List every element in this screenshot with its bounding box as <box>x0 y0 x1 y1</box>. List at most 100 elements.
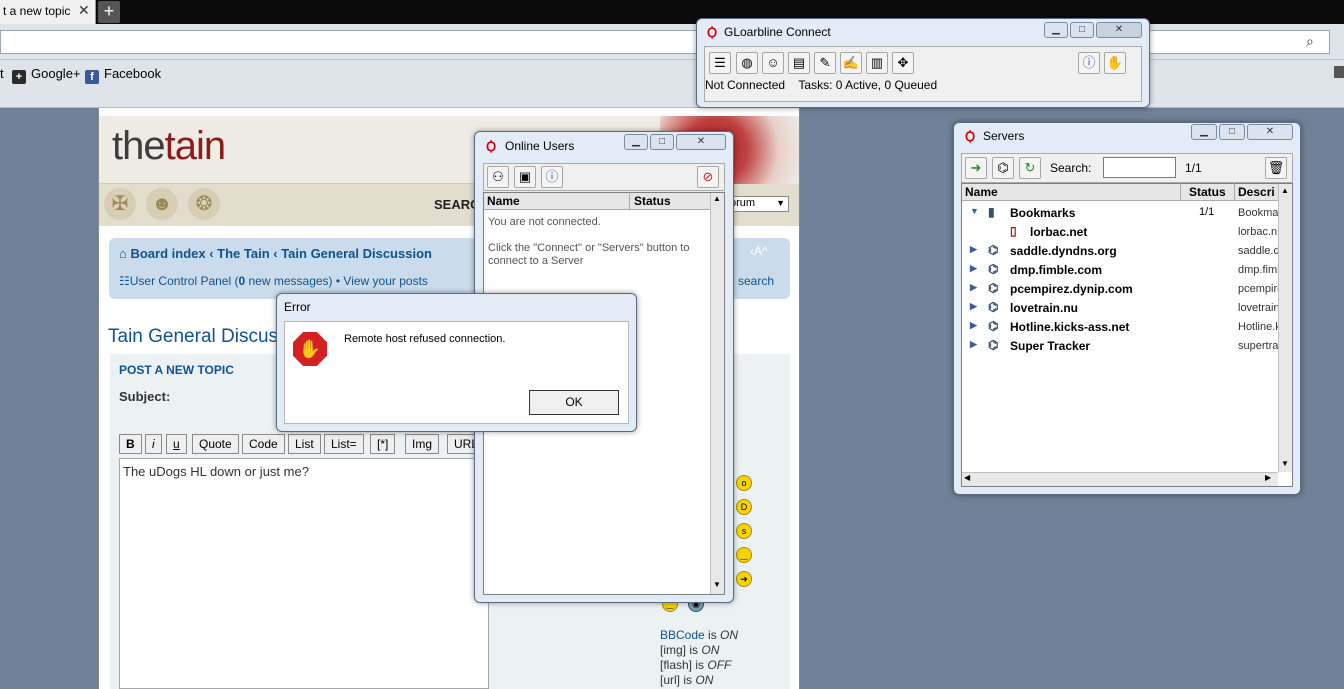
bbcode-img-button[interactable]: Img <box>405 434 440 454</box>
ucp-suffix[interactable]: new messages) <box>245 274 333 288</box>
breadcrumb-separator: ‹ <box>205 246 218 261</box>
breadcrumb-the-tain[interactable]: The Tain <box>217 246 269 261</box>
server-row-super-tracker[interactable]: ▶ ⌬ Super Tracker supertra <box>962 336 1278 355</box>
col-name[interactable]: Name <box>965 185 998 199</box>
ok-button[interactable]: OK <box>529 390 619 415</box>
network-icon: ⌬ <box>988 300 999 314</box>
chevron-right-icon[interactable]: ▶ <box>970 263 977 274</box>
bbcode-code-button[interactable]: Code <box>242 434 285 454</box>
bbcode-help-link[interactable]: BBCode <box>660 628 705 642</box>
connect-arrow-icon[interactable]: ➜ <box>965 157 987 179</box>
files-icon[interactable]: ✍ <box>840 52 862 74</box>
bookmark-item[interactable]: t <box>0 66 4 81</box>
smiley-arrow-icon[interactable]: ➔ <box>736 571 752 587</box>
menu-icon[interactable] <box>1334 66 1344 78</box>
vertical-scrollbar[interactable] <box>1278 184 1292 472</box>
options-icon[interactable]: ☰ <box>709 52 731 74</box>
minimize-button[interactable]: ▁ <box>1191 124 1217 140</box>
chevron-right-icon[interactable]: ▶ <box>970 244 977 255</box>
col-status[interactable]: Status <box>1189 185 1226 199</box>
breadcrumb-separator: ‹ <box>269 246 282 261</box>
trash-icon[interactable]: 🗑 <box>1265 157 1287 179</box>
maximize-button[interactable]: □ <box>1219 124 1245 140</box>
server-search-input[interactable] <box>1103 157 1176 178</box>
col-description[interactable]: Descri <box>1238 185 1275 199</box>
bbcode-list-button[interactable]: List <box>288 434 321 454</box>
bookmark-google-plus[interactable]: + Google+ <box>12 66 81 84</box>
globe-icon[interactable]: ◍ <box>736 52 758 74</box>
smiley-laugh-icon[interactable]: D <box>736 499 752 515</box>
vertical-scrollbar[interactable] <box>710 193 724 594</box>
news-icon[interactable]: ▤ <box>788 52 810 74</box>
site-logo[interactable]: thetain <box>112 124 226 169</box>
user-info-icon[interactable]: ▣ <box>514 166 536 188</box>
bbcode-underline-button[interactable]: u <box>166 434 187 454</box>
server-row-hotline-kicks[interactable]: ▶ ⌬ Hotline.kicks-ass.net Hotline.k <box>962 317 1278 336</box>
forum-title[interactable]: Tain General Discus <box>108 326 278 348</box>
maximize-button[interactable]: □ <box>650 134 674 150</box>
chevron-right-icon[interactable]: ▶ <box>970 320 977 331</box>
breadcrumb-tain-general[interactable]: Tain General Discussion <box>281 246 432 261</box>
warrior-icon[interactable]: ☻ <box>146 188 178 220</box>
smiley-shocked-icon[interactable]: o <box>736 475 752 491</box>
users-icon[interactable]: ☺ <box>762 52 784 74</box>
search-icon[interactable]: ⌕ <box>1306 33 1322 49</box>
bookmark-facebook[interactable]: f Facebook <box>85 66 161 84</box>
bbcode-italic-button[interactable]: i <box>145 434 162 454</box>
tab-close-icon[interactable]: ✕ <box>78 2 94 20</box>
server-row-dmp[interactable]: ▶ ⌬ dmp.fimble.com dmp.fimb <box>962 260 1278 279</box>
close-button[interactable]: ✕ <box>1247 124 1293 140</box>
tracker-icon[interactable]: ⌬ <box>992 157 1014 179</box>
bbcode-bold-button[interactable]: B <box>119 434 142 454</box>
chevron-right-icon[interactable]: ▶ <box>970 282 977 293</box>
info-icon[interactable]: ⓘ <box>541 166 563 188</box>
forum-select[interactable]: orum ▼ <box>726 196 789 212</box>
maximize-button[interactable]: □ <box>1070 22 1094 38</box>
celtic-knot-icon[interactable]: ✠ <box>104 188 136 220</box>
bbcode-quote-button[interactable]: Quote <box>192 434 239 454</box>
minimize-button[interactable]: ▁ <box>624 134 648 150</box>
smiley-confused-icon[interactable]: s <box>736 523 752 539</box>
minimize-button[interactable]: ▁ <box>1044 22 1068 38</box>
scroll-up-icon[interactable]: ▲ <box>1279 186 1291 195</box>
close-button[interactable]: ✕ <box>1096 22 1142 38</box>
chevron-down-icon[interactable]: ▼ <box>970 206 979 216</box>
new-tab-button[interactable]: + <box>98 1 120 23</box>
info-icon[interactable]: ⓘ <box>1078 52 1100 74</box>
advanced-search-link[interactable]: d search <box>728 274 774 288</box>
scroll-down-icon[interactable]: ▼ <box>1279 459 1291 468</box>
ucp-link[interactable]: User Control Panel ( <box>130 274 239 288</box>
refresh-icon[interactable]: ↻ <box>1019 157 1041 179</box>
tasks-icon[interactable]: ▥ <box>866 52 888 74</box>
chevron-right-icon[interactable]: ▶ <box>970 339 977 350</box>
breadcrumb-board-index[interactable]: Board index <box>130 246 205 261</box>
col-name[interactable]: Name <box>487 194 520 208</box>
bbcode-list-eq-button[interactable]: List= <box>324 434 364 454</box>
scroll-down-icon[interactable]: ▼ <box>711 580 723 592</box>
message-textarea[interactable]: The uDogs HL down or just me? <box>119 458 489 689</box>
smiley-smile-icon[interactable]: ‿ <box>736 547 752 563</box>
disconnect-icon[interactable]: ✋ <box>1104 52 1126 74</box>
tracker-icon[interactable]: ✥ <box>892 52 914 74</box>
chevron-right-icon[interactable]: ▶ <box>970 301 977 312</box>
col-divider <box>629 192 630 209</box>
font-size-control[interactable]: ‹A^ <box>750 244 768 258</box>
close-button[interactable]: ✕ <box>676 134 726 150</box>
server-row-pcempirez[interactable]: ▶ ⌬ pcempirez.dynip.com pcempire <box>962 279 1278 298</box>
horizontal-scrollbar[interactable] <box>962 472 1278 486</box>
col-status[interactable]: Status <box>634 194 671 208</box>
emblem-icon[interactable]: ❂ <box>188 188 220 220</box>
scroll-right-icon[interactable]: ▶ <box>1265 473 1271 482</box>
server-row-lovetrain[interactable]: ▶ ⌬ lovetrain.nu lovetrain <box>962 298 1278 317</box>
connection-status: Not Connected <box>705 78 786 92</box>
chat-icon[interactable]: ✎ <box>814 52 836 74</box>
server-row-bookmarks[interactable]: ▼ ▮ Bookmarks 1/1 Bookma <box>962 203 1278 222</box>
view-posts-link[interactable]: View your posts <box>343 274 428 288</box>
server-row-lorbac[interactable]: ▯ lorbac.net lorbac.n <box>962 222 1278 241</box>
ban-icon[interactable]: ⊘ <box>697 166 719 188</box>
scroll-up-icon[interactable]: ▲ <box>711 194 723 206</box>
bbcode-list-item-button[interactable]: [*] <box>370 434 396 454</box>
scroll-left-icon[interactable]: ◀ <box>964 473 970 482</box>
server-row-saddle[interactable]: ▶ ⌬ saddle.dyndns.org saddle.d <box>962 241 1278 260</box>
private-chat-icon[interactable]: ⚇ <box>487 166 509 188</box>
